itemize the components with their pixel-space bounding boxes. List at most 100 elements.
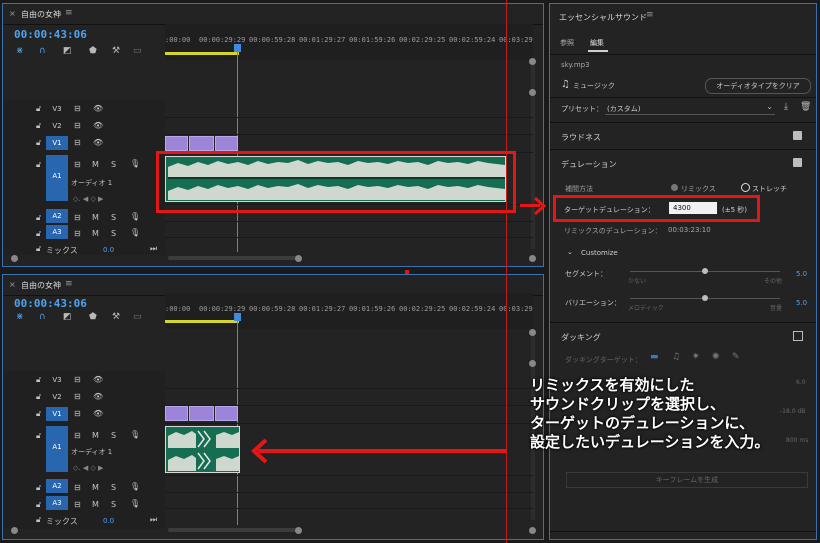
lock-icon[interactable]: 🔓︎ bbox=[36, 213, 41, 223]
vscroll-knob-top[interactable] bbox=[529, 329, 536, 336]
go-to-end-icon[interactable]: ⏭︎ bbox=[150, 515, 157, 525]
clear-audio-type-button[interactable]: オーディオタイプをクリア bbox=[705, 78, 811, 94]
snap-icon[interactable]: ∩ bbox=[39, 46, 46, 56]
vscroll-knob-top[interactable] bbox=[529, 58, 536, 65]
vscroll-knob-bottom[interactable] bbox=[529, 89, 536, 96]
duration-checkbox[interactable] bbox=[793, 158, 802, 167]
microphone-icon[interactable]: 🎙︎ bbox=[130, 499, 140, 508]
vscroll-knob-end[interactable] bbox=[529, 527, 536, 534]
stretch-radio-label[interactable]: ストレッチ bbox=[752, 184, 787, 194]
sync-lock-icon[interactable]: ⊟ bbox=[74, 104, 81, 113]
microphone-icon[interactable]: 🎙︎ bbox=[130, 482, 140, 491]
segment-slider-knob[interactable] bbox=[702, 268, 708, 274]
sync-lock-icon[interactable]: ⊟ bbox=[74, 213, 81, 222]
video-clip[interactable] bbox=[215, 406, 238, 421]
segment-value[interactable]: 5.0 bbox=[796, 270, 807, 278]
track-name-v1[interactable]: V1 bbox=[46, 407, 68, 421]
loudness-checkbox[interactable] bbox=[793, 131, 802, 140]
eye-icon[interactable]: 👁︎ bbox=[93, 121, 103, 130]
hscroll-knob-right[interactable] bbox=[295, 255, 302, 262]
horizontal-scrollbar[interactable] bbox=[168, 528, 298, 532]
solo-button[interactable]: S bbox=[111, 500, 116, 509]
sync-lock-icon[interactable]: ⊟ bbox=[74, 138, 81, 147]
track-name-a2[interactable]: A2 bbox=[46, 479, 68, 493]
panel-menu-icon[interactable]: ≡ bbox=[65, 279, 73, 289]
eye-icon[interactable]: 👁︎ bbox=[93, 375, 103, 384]
lock-icon[interactable]: 🔓︎ bbox=[36, 392, 41, 402]
lock-icon[interactable]: 🔓︎ bbox=[36, 160, 41, 170]
unassigned-target-icon[interactable]: ✎ bbox=[732, 352, 740, 362]
panel-menu-icon[interactable]: ≡ bbox=[646, 10, 654, 20]
save-preset-icon[interactable]: ⤓ bbox=[784, 102, 788, 112]
sequence-title[interactable]: 自由の女神 bbox=[21, 280, 61, 291]
lock-icon[interactable]: 🔓︎ bbox=[36, 375, 41, 385]
ducking-checkbox[interactable] bbox=[793, 331, 803, 341]
time-ruler[interactable]: :00:00 00:00:29:29 00:00:59:28 00:01:29:… bbox=[165, 293, 533, 329]
eye-icon[interactable]: 👁︎ bbox=[93, 138, 103, 147]
marker-icon[interactable]: ⬟ bbox=[89, 312, 97, 322]
track-name-a1[interactable]: A1 bbox=[46, 443, 68, 451]
dialogue-target-icon[interactable]: ▬ bbox=[650, 352, 659, 362]
microphone-icon[interactable]: 🎙︎ bbox=[130, 430, 140, 439]
lock-icon[interactable]: 🔓︎ bbox=[36, 138, 41, 148]
loudness-section[interactable]: ラウドネス bbox=[561, 132, 601, 143]
solo-button[interactable]: S bbox=[111, 431, 116, 440]
linked-selection-icon[interactable]: ◩ bbox=[63, 46, 72, 56]
video-clip[interactable] bbox=[189, 136, 214, 151]
vscroll-knob-end[interactable] bbox=[529, 255, 536, 262]
mute-button[interactable]: M bbox=[92, 160, 99, 169]
sync-lock-icon[interactable]: ⊟ bbox=[74, 431, 81, 440]
track-name-v3[interactable]: V3 bbox=[46, 376, 68, 384]
video-clip[interactable] bbox=[165, 136, 188, 151]
horizontal-scrollbar[interactable] bbox=[168, 256, 298, 260]
remix-radio[interactable] bbox=[671, 184, 678, 191]
nest-icon[interactable]: ⋇ bbox=[16, 312, 24, 322]
vscroll-knob-bottom[interactable] bbox=[529, 360, 536, 367]
timecode-display[interactable]: 00:00:43:06 bbox=[14, 297, 87, 310]
solo-button[interactable]: S bbox=[111, 483, 116, 492]
duration-section[interactable]: デュレーション bbox=[561, 159, 617, 170]
track-name-a2[interactable]: A2 bbox=[46, 209, 68, 223]
delete-preset-icon[interactable]: 🗑︎ bbox=[800, 102, 811, 112]
marker-icon[interactable]: ⬟ bbox=[89, 46, 97, 56]
video-clip[interactable] bbox=[165, 406, 188, 421]
close-icon[interactable]: × bbox=[9, 280, 16, 289]
stretch-radio[interactable] bbox=[741, 183, 750, 192]
lock-icon[interactable]: 🔓︎ bbox=[36, 104, 41, 114]
keyframe-controls[interactable]: ◇. ◀ ◇ ▶ bbox=[73, 464, 103, 472]
close-icon[interactable]: × bbox=[9, 9, 16, 18]
work-area-bar[interactable] bbox=[165, 320, 239, 323]
track-name-a3[interactable]: A3 bbox=[46, 225, 68, 239]
hscroll-knob-left[interactable] bbox=[11, 527, 18, 534]
sync-lock-icon[interactable]: ⊟ bbox=[74, 121, 81, 130]
sequence-title[interactable]: 自由の女神 bbox=[21, 9, 61, 20]
solo-button[interactable]: S bbox=[111, 160, 116, 169]
audio-clip-remixed[interactable] bbox=[165, 426, 240, 473]
sync-lock-icon[interactable]: ⊟ bbox=[74, 160, 81, 169]
sync-lock-icon[interactable]: ⊟ bbox=[74, 500, 81, 509]
lock-icon[interactable]: 🔓︎ bbox=[36, 483, 41, 493]
microphone-icon[interactable]: 🎙︎ bbox=[130, 159, 140, 168]
captions-icon[interactable]: ▭ bbox=[133, 46, 142, 56]
wrench-icon[interactable]: ⚒ bbox=[112, 312, 120, 322]
microphone-icon[interactable]: 🎙︎ bbox=[130, 212, 140, 221]
panel-menu-icon[interactable]: ≡ bbox=[65, 8, 73, 18]
remix-radio-label[interactable]: リミックス bbox=[681, 184, 716, 194]
eye-icon[interactable]: 👁︎ bbox=[93, 104, 103, 113]
lock-icon[interactable]: 🔓︎ bbox=[36, 500, 41, 510]
sync-lock-icon[interactable]: ⊟ bbox=[74, 375, 81, 384]
mute-button[interactable]: M bbox=[92, 213, 99, 222]
hscroll-knob-left[interactable] bbox=[11, 255, 18, 262]
track-name-v1[interactable]: V1 bbox=[46, 136, 68, 150]
go-to-end-icon[interactable]: ⏭︎ bbox=[150, 244, 157, 254]
variation-slider-knob[interactable] bbox=[702, 295, 708, 301]
microphone-icon[interactable]: 🎙︎ bbox=[130, 228, 140, 237]
ducking-section[interactable]: ダッキング bbox=[561, 332, 601, 343]
customize-chevron-icon[interactable]: ⌄ bbox=[567, 248, 573, 256]
mix-value[interactable]: 0.0 bbox=[103, 517, 114, 525]
track-name-a1[interactable]: A1 bbox=[46, 172, 68, 180]
wrench-icon[interactable]: ⚒ bbox=[112, 46, 120, 56]
lock-icon[interactable]: 🔓︎ bbox=[36, 229, 41, 239]
keyframe-controls[interactable]: ◇. ◀ ◇ ▶ bbox=[73, 195, 103, 203]
mute-button[interactable]: M bbox=[92, 500, 99, 509]
